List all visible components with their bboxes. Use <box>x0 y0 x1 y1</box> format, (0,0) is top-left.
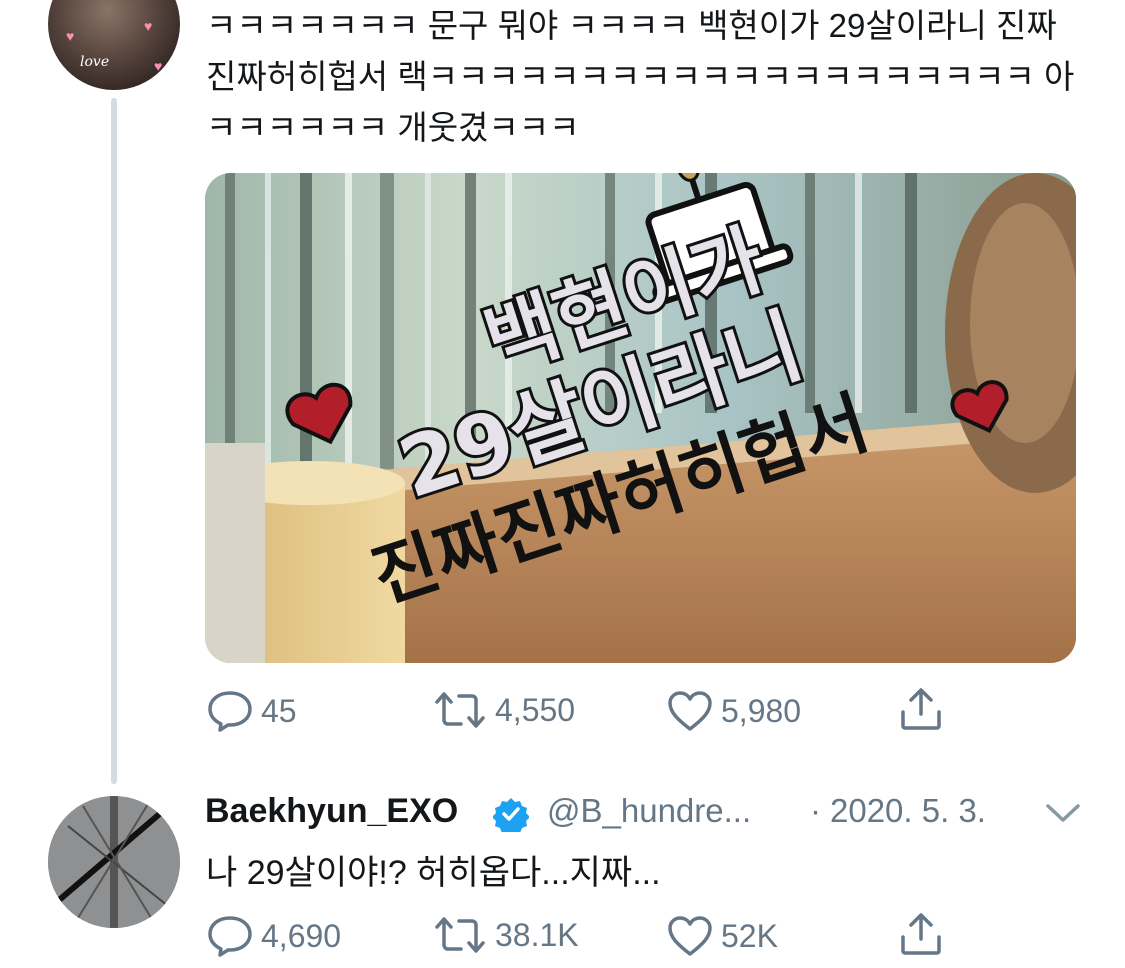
reply-count: 4,690 <box>261 917 342 954</box>
birthday-cake-topper-photo: 백현이가 29살이라니 진짜진짜허히헙서 <box>205 173 1076 663</box>
verified-badge-icon <box>492 796 530 837</box>
heart-sticker-icon: ♥ <box>66 28 75 44</box>
reply-author-avatar[interactable]: ♥ ♥ ♥ love <box>48 0 180 90</box>
original-author-avatar[interactable] <box>48 796 180 928</box>
like-count: 5,980 <box>721 692 802 729</box>
like-action[interactable]: 52K <box>667 915 778 957</box>
tweet-date[interactable]: 2020. 5. 3. <box>830 792 986 830</box>
chevron-down-icon[interactable] <box>1045 802 1081 829</box>
retweet-count: 4,550 <box>495 691 576 728</box>
thread-connector-line <box>111 98 117 784</box>
retweet-action[interactable]: 38.1K <box>433 915 579 955</box>
retweet-action[interactable]: 4,550 <box>433 690 575 730</box>
reply-tweet-text: ㅋㅋㅋㅋㅋㅋㅋ 문구 뭐야 ㅋㅋㅋㅋ 백현이가 29살이라니 진짜진짜허히헙서 … <box>206 7 1075 146</box>
reply-icon <box>208 691 252 732</box>
heart-sticker-icon: ♥ <box>154 58 163 74</box>
original-tweet-text: 나 29살이야!? 허히옵다...지짜... <box>206 854 661 892</box>
like-icon <box>668 691 712 731</box>
share-icon <box>901 913 941 955</box>
share-icon <box>901 688 941 730</box>
tweet-photo[interactable]: 백현이가 29살이라니 진짜진짜허히헙서 <box>205 173 1076 663</box>
reply-action[interactable]: 4,690 <box>207 915 341 957</box>
share-action[interactable] <box>898 911 944 957</box>
reply-count: 45 <box>261 692 297 729</box>
exo-logo-icon <box>48 796 180 928</box>
share-action[interactable] <box>898 686 944 732</box>
separator-dot: · <box>810 792 821 829</box>
like-count: 52K <box>721 917 778 954</box>
reply-action[interactable]: 45 <box>207 690 297 732</box>
retweet-icon <box>435 917 485 953</box>
avatar-love-label: love <box>80 54 110 70</box>
like-icon <box>668 916 712 956</box>
reply-icon <box>208 916 252 957</box>
heart-sticker-icon: ♥ <box>144 18 153 34</box>
handle[interactable]: @B_hundre... <box>547 792 751 830</box>
retweet-count: 38.1K <box>495 916 579 953</box>
like-action[interactable]: 5,980 <box>667 690 801 732</box>
retweet-icon <box>435 692 485 728</box>
display-name[interactable]: Baekhyun_EXO <box>205 792 458 831</box>
